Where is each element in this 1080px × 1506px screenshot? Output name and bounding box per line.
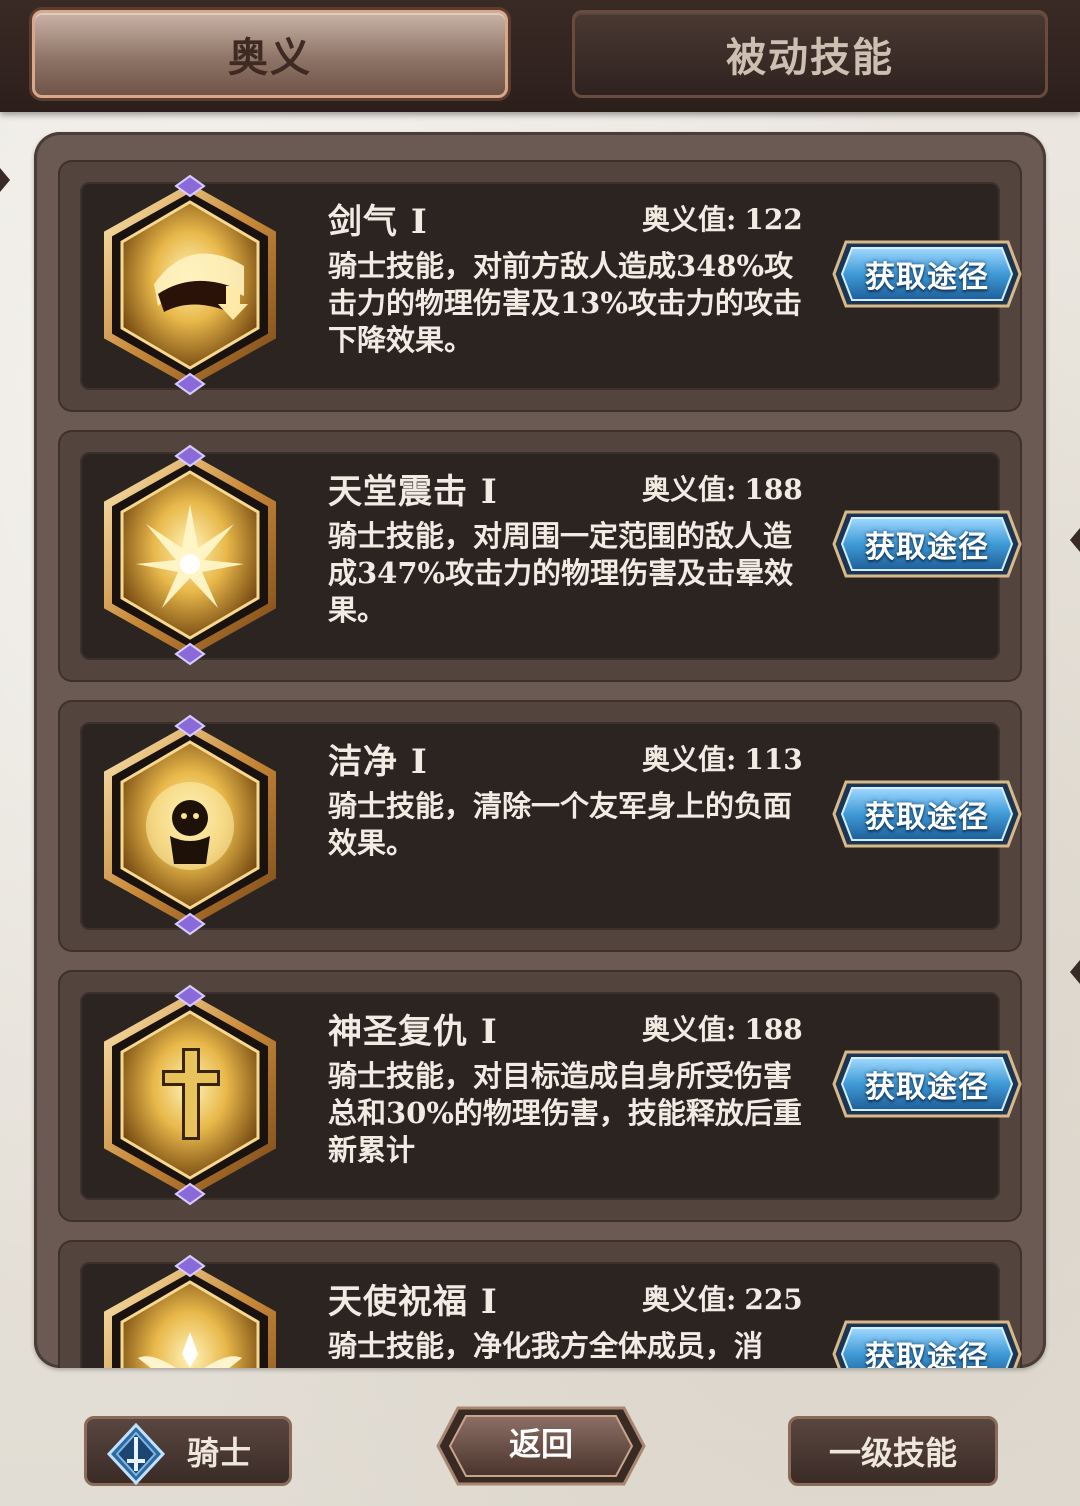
skill-description: 骑士技能，对周围一定范围的敌人造成347%攻击力的物理伤害及击晕效果。: [328, 519, 794, 627]
skill-name: 神圣复仇 Ⅰ: [328, 1012, 498, 1052]
purify-icon[interactable]: [94, 714, 286, 936]
skill-ougi-value: 奥义值: 225: [642, 1278, 803, 1318]
sword-aura-icon[interactable]: [94, 174, 286, 396]
tab-passive-skills[interactable]: 被动技能: [572, 10, 1048, 98]
right-edge-marker: [1070, 960, 1080, 984]
skill-name: 天堂震击 Ⅰ: [328, 472, 498, 512]
class-knight-button[interactable]: 骑士: [84, 1416, 292, 1486]
ougi-value-number: 188: [744, 473, 803, 506]
skill-ougi-value: 奥义值: 188: [642, 1008, 803, 1048]
skill-list[interactable]: 剑气 Ⅰ 奥义值: 122 骑士技能，对前方敌人造成348%攻击力的物理伤害及13%攻…: [34, 132, 1046, 1368]
skill-description: 骑士技能，对前方敌人造成348%攻击力的物理伤害及13%攻击力的攻击下降效果。: [328, 249, 802, 357]
ougi-value-label: 奥义值:: [642, 1283, 737, 1316]
skill-ougi-value: 奥义值: 122: [642, 198, 803, 238]
ougi-value-number: 225: [744, 1283, 803, 1316]
skill-card[interactable]: 洁净 Ⅰ 奥义值: 113 骑士技能，清除一个友军身上的负面效果。 获取途径: [58, 700, 1022, 952]
skill-level-label: 一级技能: [828, 1434, 957, 1472]
heaven-strike-icon[interactable]: [94, 444, 286, 666]
top-tab-bar: 奥义 被动技能: [0, 0, 1080, 112]
class-knight-label: 骑士: [187, 1434, 252, 1472]
left-edge-marker: [0, 168, 10, 192]
get-source-button[interactable]: 获取途径: [830, 508, 1024, 580]
skill-description: 骑士技能，对目标造成自身所受伤害总和30%的物理伤害，技能释放后重新累计: [328, 1059, 802, 1167]
get-source-button[interactable]: 获取途径: [830, 1318, 1024, 1368]
skill-ougi-value: 奥义值: 188: [642, 468, 803, 508]
get-source-label: 获取途径: [865, 260, 989, 295]
skill-card[interactable]: 天使祝福 Ⅰ 奥义值: 225 骑士技能，净化我方全体成员，消 获取途径: [58, 1240, 1022, 1368]
skill-ougi-value: 奥义值: 113: [642, 738, 803, 778]
skill-level-button[interactable]: 一级技能: [788, 1416, 998, 1486]
get-source-label: 获取途径: [865, 800, 989, 835]
back-label: 返回: [508, 1425, 573, 1463]
skill-name: 天使祝福 Ⅰ: [328, 1282, 498, 1322]
get-source-button[interactable]: 获取途径: [830, 1048, 1024, 1120]
skill-card[interactable]: 天堂震击 Ⅰ 奥义值: 188 骑士技能，对周围一定范围的敌人造成347%攻击力的物理…: [58, 430, 1022, 682]
right-edge-marker: [1070, 528, 1080, 552]
get-source-label: 获取途径: [865, 530, 989, 565]
ougi-value-label: 奥义值:: [642, 1013, 737, 1046]
ougi-value-label: 奥义值:: [642, 203, 737, 236]
angel-wings-icon[interactable]: [94, 1254, 286, 1368]
get-source-label: 获取途径: [865, 1340, 989, 1368]
ougi-value-label: 奥义值:: [642, 473, 737, 506]
skill-name: 剑气 Ⅰ: [328, 202, 428, 242]
knight-emblem-icon: [106, 1423, 166, 1485]
get-source-label: 获取途径: [865, 1070, 989, 1105]
skill-description: 骑士技能，清除一个友军身上的负面效果。: [328, 789, 793, 860]
back-button[interactable]: 返回: [432, 1402, 650, 1490]
skill-card[interactable]: 剑气 Ⅰ 奥义值: 122 骑士技能，对前方敌人造成348%攻击力的物理伤害及13%攻…: [58, 160, 1022, 412]
get-source-button[interactable]: 获取途径: [830, 778, 1024, 850]
get-source-button[interactable]: 获取途径: [830, 238, 1024, 310]
skill-name: 洁净 Ⅰ: [328, 742, 428, 782]
ougi-value-number: 113: [744, 743, 803, 776]
skill-description: 骑士技能，净化我方全体成员，消: [328, 1329, 764, 1363]
holy-cross-icon[interactable]: [94, 984, 286, 1206]
ougi-value-label: 奥义值:: [642, 743, 737, 776]
skill-card[interactable]: 神圣复仇 Ⅰ 奥义值: 188 骑士技能，对目标造成自身所受伤害总和30%的物理伤害，…: [58, 970, 1022, 1222]
ougi-value-number: 122: [744, 203, 803, 236]
tab-ougi[interactable]: 奥义: [32, 10, 508, 98]
ougi-value-number: 188: [744, 1013, 803, 1046]
